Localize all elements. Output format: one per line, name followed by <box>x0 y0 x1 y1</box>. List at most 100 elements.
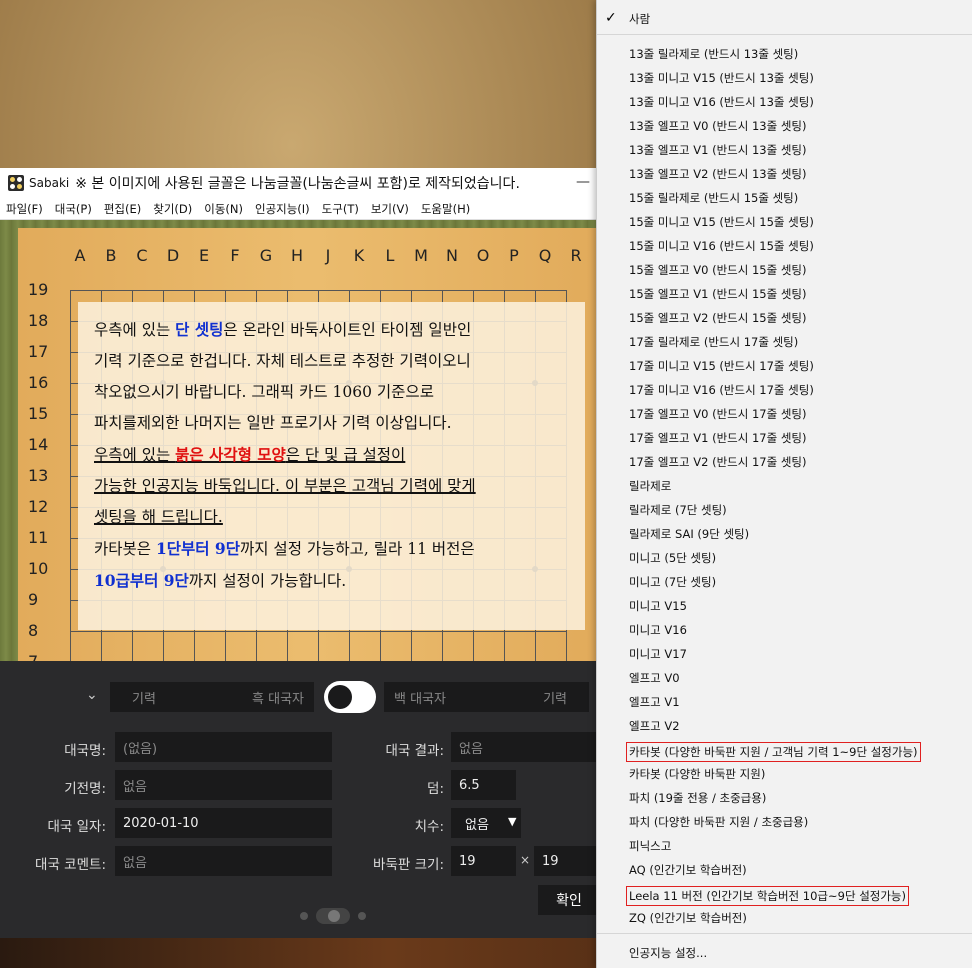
menu-item[interactable]: 엘프고 V1 <box>629 694 680 710</box>
white-player-placeholder: 백 대국자 <box>394 691 446 707</box>
column-label: O <box>476 246 490 265</box>
menu-item[interactable]: 15줄 엘프고 V0 (반드시 15줄 셋팅) <box>629 262 807 278</box>
komi-label: 덤: <box>427 781 444 797</box>
menu-item[interactable]: 파치 (19줄 전용 / 초중급용) <box>629 790 766 806</box>
game-name-input[interactable]: (없음) <box>115 732 332 762</box>
menu-item[interactable]: 17줄 엘프고 V1 (반드시 17줄 셋팅) <box>629 430 807 446</box>
menu-item[interactable]: 13줄 엘프고 V1 (반드시 13줄 셋팅) <box>629 142 807 158</box>
confirm-button[interactable]: 확인 <box>538 885 600 915</box>
menu-item[interactable]: 카타봇 (다양한 바둑판 지원) <box>629 766 765 782</box>
menu-separator <box>597 34 972 35</box>
menu-navigate[interactable]: 이동(N) <box>204 201 243 217</box>
menu-engines[interactable]: 인공지능(I) <box>255 201 310 217</box>
column-label: M <box>414 246 428 265</box>
title-bar[interactable]: Sabaki ※ 본 이미지에 사용된 글꼴은 나눔글꼴(나눔손글씨 포함)로 … <box>0 168 600 198</box>
minimize-button[interactable]: — <box>576 174 590 190</box>
column-label: D <box>166 246 180 265</box>
menu-item[interactable]: 15줄 릴라제로 (반드시 15줄 셋팅) <box>629 190 798 206</box>
result-input[interactable]: 없음 <box>451 732 600 762</box>
menu-bar: 파일(F) 대국(P) 편집(E) 찾기(D) 이동(N) 인공지능(I) 도구… <box>0 198 600 220</box>
grid-line <box>70 290 71 672</box>
menu-item[interactable]: 17줄 엘프고 V0 (반드시 17줄 셋팅) <box>629 406 807 422</box>
game-info-panel: ⌄ 기력 흑 대국자 백 대국자 기력 대국명: (없음) 대국 결과: 없음 … <box>0 661 600 938</box>
menu-item[interactable]: 17줄 릴라제로 (반드시 17줄 셋팅) <box>629 334 798 350</box>
row-label: 12 <box>28 497 49 516</box>
column-label: R <box>570 246 582 265</box>
column-label: Q <box>538 246 552 265</box>
white-rank-placeholder: 기력 <box>543 691 567 707</box>
menu-item[interactable]: 17줄 엘프고 V2 (반드시 17줄 셋팅) <box>629 454 807 470</box>
board-height-input[interactable]: 19 <box>534 846 600 876</box>
row-label: 15 <box>28 404 49 423</box>
menu-separator <box>597 933 972 934</box>
checkmark-icon: ✓ <box>605 10 617 26</box>
row-label: 8 <box>28 621 39 640</box>
menu-item[interactable]: 17줄 미니고 V15 (반드시 17줄 셋팅) <box>629 358 814 374</box>
swap-indicator <box>300 907 390 925</box>
app-title: Sabaki <box>29 176 70 190</box>
menu-item-highlighted[interactable]: 카타봇 (다양한 바둑판 지원 / 고객님 기력 1~9단 설정가능) <box>626 742 921 762</box>
event-input[interactable]: 없음 <box>115 770 332 800</box>
menu-item[interactable]: 미니고 (7단 셋팅) <box>629 574 716 590</box>
menu-help[interactable]: 도움말(H) <box>421 201 470 217</box>
menu-item[interactable]: 13줄 미니고 V16 (반드시 13줄 셋팅) <box>629 94 814 110</box>
menu-item[interactable]: 릴라제로 <box>629 478 671 494</box>
menu-item[interactable]: 15줄 미니고 V15 (반드시 15줄 셋팅) <box>629 214 814 230</box>
menu-item-human[interactable]: 사람 <box>629 11 650 27</box>
menu-item[interactable]: 엘프고 V2 <box>629 718 680 734</box>
row-label: 16 <box>28 373 49 392</box>
menu-view[interactable]: 보기(V) <box>371 201 409 217</box>
menu-item[interactable]: 13줄 릴라제로 (반드시 13줄 셋팅) <box>629 46 798 62</box>
column-label: G <box>259 246 273 265</box>
player-swap-toggle[interactable] <box>324 681 376 713</box>
dropdown-arrow-icon: ▼ <box>508 815 517 828</box>
overlay-line-4: 파치를제외한 나머지는 일반 프로기사 기력 이상입니다. <box>94 414 452 432</box>
menu-item[interactable]: 엘프고 V0 <box>629 670 680 686</box>
menu-item[interactable]: 피닉스고 <box>629 838 671 854</box>
menu-item[interactable]: 릴라제로 (7단 셋팅) <box>629 502 727 518</box>
column-label: A <box>74 246 86 265</box>
menu-item[interactable]: 13줄 미니고 V15 (반드시 13줄 셋팅) <box>629 70 814 86</box>
menu-item[interactable]: 미니고 (5단 셋팅) <box>629 550 716 566</box>
column-label: J <box>325 246 331 265</box>
menu-item-engine-settings[interactable]: 인공지능 설정... <box>629 945 707 961</box>
chevron-down-icon[interactable]: ⌄ <box>86 687 98 703</box>
menu-item[interactable]: 15줄 엘프고 V2 (반드시 15줄 셋팅) <box>629 310 807 326</box>
menu-item[interactable]: ZQ (인간기보 학습버전) <box>629 910 747 926</box>
white-player-input[interactable]: 백 대국자 기력 <box>384 682 589 712</box>
black-player-input[interactable]: 기력 흑 대국자 <box>110 682 314 712</box>
menu-item[interactable]: 15줄 미니고 V16 (반드시 15줄 셋팅) <box>629 238 814 254</box>
date-label: 대국 일자: <box>47 819 106 835</box>
komi-input[interactable]: 6.5 <box>451 770 516 800</box>
menu-item[interactable]: 미니고 V15 <box>629 598 687 614</box>
menu-item[interactable]: 미니고 V17 <box>629 646 687 662</box>
result-label: 대국 결과: <box>385 743 444 759</box>
menu-item[interactable]: 릴라제로 SAI (9단 셋팅) <box>629 526 749 542</box>
menu-item[interactable]: 15줄 엘프고 V1 (반드시 15줄 셋팅) <box>629 286 807 302</box>
menu-item-highlighted[interactable]: Leela 11 버전 (인간기보 학습버전 10급~9단 설정가능) <box>626 886 910 906</box>
menu-item[interactable]: 13줄 엘프고 V2 (반드시 13줄 셋팅) <box>629 166 807 182</box>
menu-item[interactable]: 13줄 엘프고 V0 (반드시 13줄 셋팅) <box>629 118 807 134</box>
menu-tools[interactable]: 도구(T) <box>322 201 359 217</box>
date-input[interactable]: 2020-01-10 <box>115 808 332 838</box>
info-overlay: 우측에 있는 단 셋팅은 온라인 바둑사이트인 타이젬 일반인 기력 기준으로 … <box>78 302 585 630</box>
board-size-label: 바둑판 크기: <box>373 857 444 873</box>
menu-item[interactable]: 17줄 미니고 V16 (반드시 17줄 셋팅) <box>629 382 814 398</box>
overlay-line-3: 착오없으시기 바랍니다. 그래픽 카드 1060 기준으로 <box>94 383 434 401</box>
overlay-line-2: 기력 기준으로 한겁니다. 자체 테스트로 추정한 기력이오니 <box>94 352 471 370</box>
menu-edit[interactable]: 편집(E) <box>104 201 141 217</box>
menu-find[interactable]: 찾기(D) <box>153 201 192 217</box>
menu-item[interactable]: 파치 (다양한 바둑판 지원 / 초중급용) <box>629 814 808 830</box>
overlay-line-1: 우측에 있는 단 셋팅은 온라인 바둑사이트인 타이젬 일반인 <box>94 320 472 339</box>
comment-label: 대국 코멘트: <box>35 857 106 873</box>
menu-game[interactable]: 대국(P) <box>55 201 92 217</box>
column-label: P <box>509 246 519 265</box>
comment-input[interactable]: 없음 <box>115 846 332 876</box>
row-label: 19 <box>28 280 49 299</box>
menu-item[interactable]: AQ (인간기보 학습버전) <box>629 862 747 878</box>
menu-file[interactable]: 파일(F) <box>6 201 43 217</box>
column-label: F <box>230 246 240 265</box>
board-width-input[interactable]: 19 <box>451 846 516 876</box>
menu-item[interactable]: 미니고 V16 <box>629 622 687 638</box>
handicap-label: 치수: <box>414 819 444 835</box>
